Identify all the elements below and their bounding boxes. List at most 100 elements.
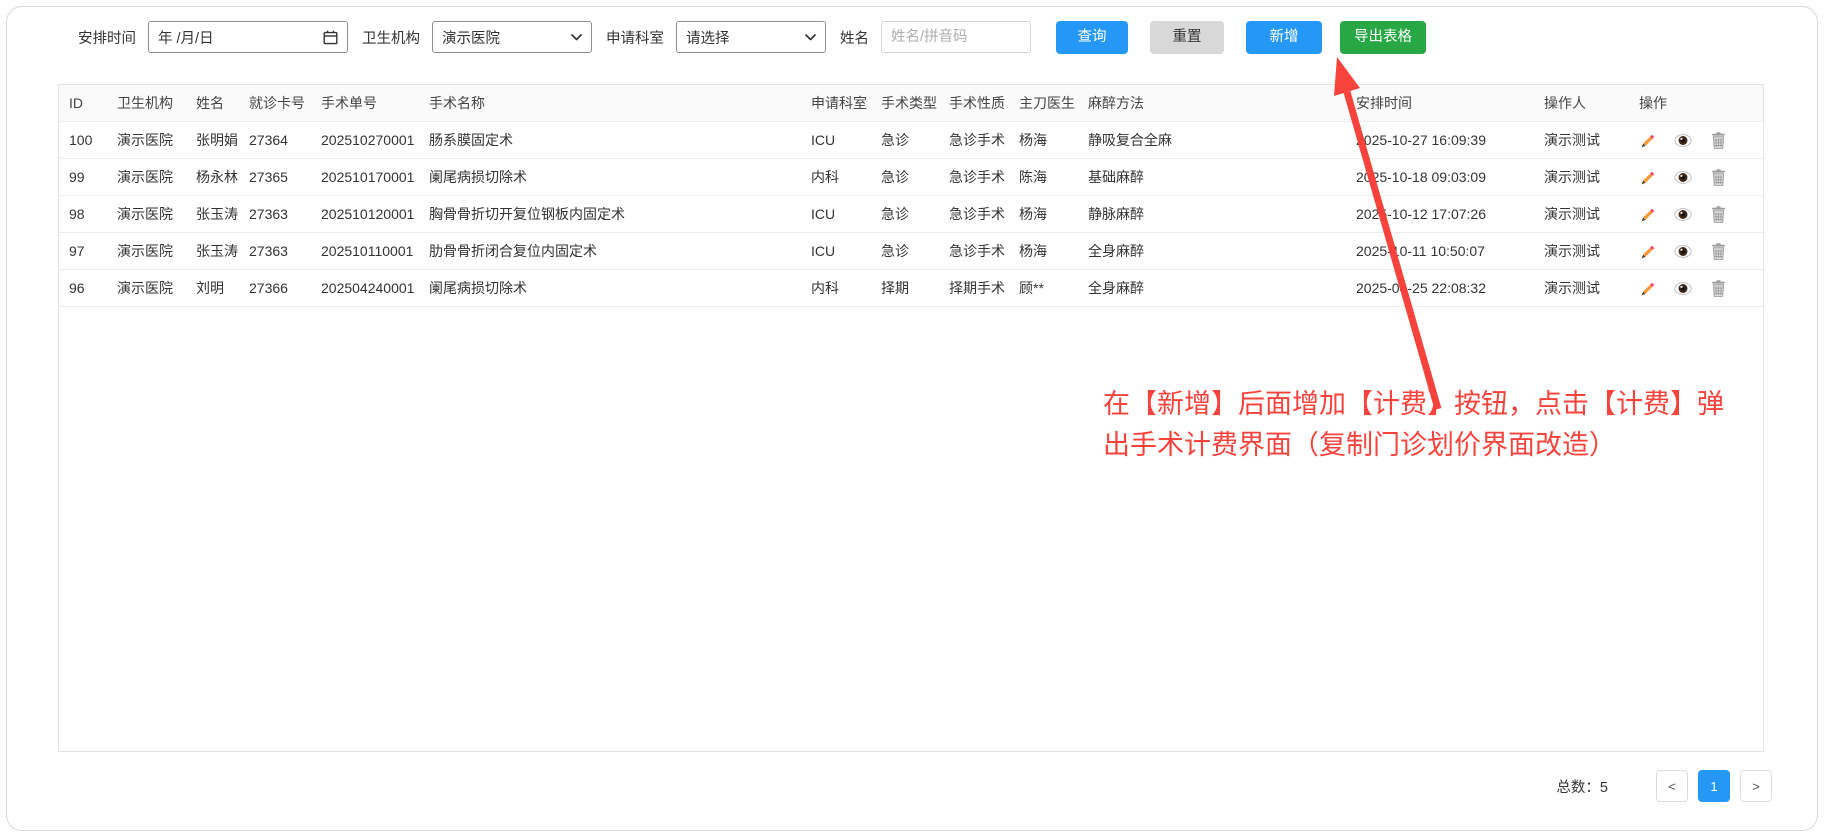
edit-icon[interactable] <box>1639 131 1657 149</box>
prev-page-button[interactable]: < <box>1656 770 1688 802</box>
name-input[interactable] <box>881 21 1031 53</box>
table-cell: 2025-10-12 17:07:26 <box>1346 196 1534 233</box>
table-cell: 刘明 <box>186 270 239 307</box>
column-header: 卫生机构 <box>107 85 186 122</box>
chevron-down-icon <box>571 34 582 41</box>
table-cell: 急诊 <box>871 159 939 196</box>
table-cell: 静脉麻醉 <box>1078 196 1346 233</box>
date-value: 年 /月/日 <box>158 27 214 48</box>
table-cell: 急诊 <box>871 233 939 270</box>
table-cell: 2025-10-27 16:09:39 <box>1346 122 1534 159</box>
total-value: 5 <box>1600 780 1608 796</box>
calendar-icon[interactable] <box>323 30 338 45</box>
table-cell: 202510270001 <box>311 122 419 159</box>
table-cell: 202504240001 <box>311 270 419 307</box>
table-cell: 阑尾病损切除术 <box>419 159 801 196</box>
edit-icon[interactable] <box>1639 205 1657 223</box>
row-actions <box>1629 270 1763 307</box>
schedule-date-input[interactable]: 年 /月/日 <box>148 21 348 53</box>
dept-select[interactable]: 请选择 <box>676 21 826 53</box>
export-button[interactable]: 导出表格 <box>1340 21 1426 54</box>
table-cell: 演示医院 <box>107 270 186 307</box>
edit-icon[interactable] <box>1639 242 1657 260</box>
table-cell: 择期 <box>871 270 939 307</box>
table-cell: 96 <box>59 270 107 307</box>
table-cell: 2025-10-11 10:50:07 <box>1346 233 1534 270</box>
add-button[interactable]: 新增 <box>1246 21 1322 54</box>
table-cell: 急诊手术 <box>939 122 1009 159</box>
table-cell: 胸骨骨折切开复位钢板内固定术 <box>419 196 801 233</box>
column-header: 姓名 <box>186 85 239 122</box>
page-1-button[interactable]: 1 <box>1698 770 1730 802</box>
table-cell: ICU <box>801 196 871 233</box>
view-icon[interactable] <box>1674 205 1692 223</box>
row-actions <box>1629 159 1763 196</box>
table-cell: ICU <box>801 233 871 270</box>
delete-icon[interactable] <box>1709 242 1727 260</box>
view-icon[interactable] <box>1674 131 1692 149</box>
table-cell: 演示测试 <box>1534 196 1629 233</box>
column-header: 安排时间 <box>1346 85 1534 122</box>
row-actions <box>1629 122 1763 159</box>
column-header: 就诊卡号 <box>239 85 311 122</box>
table-cell: 内科 <box>801 270 871 307</box>
edit-icon[interactable] <box>1639 279 1657 297</box>
table-cell: 基础麻醉 <box>1078 159 1346 196</box>
next-page-button[interactable]: > <box>1740 770 1772 802</box>
annotation-line1: 在【新增】后面增加【计费】按钮，点击【计费】弹 <box>1103 384 1724 425</box>
view-icon[interactable] <box>1674 242 1692 260</box>
table-cell: 98 <box>59 196 107 233</box>
column-header: 手术单号 <box>311 85 419 122</box>
table-cell: 肋骨骨折闭合复位内固定术 <box>419 233 801 270</box>
table-cell: 演示医院 <box>107 159 186 196</box>
delete-icon[interactable] <box>1709 168 1727 186</box>
column-header: 手术性质 <box>939 85 1009 122</box>
table-cell: 肠系膜固定术 <box>419 122 801 159</box>
table-cell: 演示医院 <box>107 233 186 270</box>
table-cell: 202510120001 <box>311 196 419 233</box>
column-header: 手术名称 <box>419 85 801 122</box>
table-cell: 演示测试 <box>1534 159 1629 196</box>
filter-bar: 安排时间 年 /月/日 卫生机构 演示医院 申请科室 请选择 姓名 <box>78 20 1031 54</box>
table-cell: 202510170001 <box>311 159 419 196</box>
table-cell: 全身麻醉 <box>1078 233 1346 270</box>
table-cell: 急诊手术 <box>939 233 1009 270</box>
view-icon[interactable] <box>1674 279 1692 297</box>
name-label: 姓名 <box>840 27 869 48</box>
table-cell: 阑尾病损切除术 <box>419 270 801 307</box>
table-row: 100 演示医院 张明娟 27364 202510270001 肠系膜固定术 I… <box>59 122 1763 159</box>
table-cell: 2025-10-18 09:03:09 <box>1346 159 1534 196</box>
table-cell: 演示医院 <box>107 122 186 159</box>
reset-button[interactable]: 重置 <box>1150 21 1224 54</box>
query-button[interactable]: 查询 <box>1056 21 1128 54</box>
delete-icon[interactable] <box>1709 205 1727 223</box>
table-row: 99 演示医院 杨永林 27365 202510170001 阑尾病损切除术 内… <box>59 159 1763 196</box>
table-cell: 演示医院 <box>107 196 186 233</box>
edit-icon[interactable] <box>1639 168 1657 186</box>
annotation-note: 在【新增】后面增加【计费】按钮，点击【计费】弹 出手术计费界面（复制门诊划价界面… <box>1103 384 1724 466</box>
table-cell: 张玉涛 <box>186 196 239 233</box>
table-cell: 27365 <box>239 159 311 196</box>
table-cell: 张明娟 <box>186 122 239 159</box>
delete-icon[interactable] <box>1709 279 1727 297</box>
table-cell: 择期手术 <box>939 270 1009 307</box>
table-cell: 全身麻醉 <box>1078 270 1346 307</box>
column-header: 申请科室 <box>801 85 871 122</box>
org-select[interactable]: 演示医院 <box>432 21 592 53</box>
surgery-table: ID卫生机构姓名就诊卡号手术单号手术名称申请科室手术类型手术性质主刀医生麻醉方法… <box>59 85 1763 307</box>
table-cell: 急诊 <box>871 196 939 233</box>
delete-icon[interactable] <box>1709 131 1727 149</box>
table-cell: 静吸复合全麻 <box>1078 122 1346 159</box>
table-cell: 杨海 <box>1009 233 1078 270</box>
view-icon[interactable] <box>1674 168 1692 186</box>
table-header: ID卫生机构姓名就诊卡号手术单号手术名称申请科室手术类型手术性质主刀医生麻醉方法… <box>59 85 1763 122</box>
table-cell: 急诊 <box>871 122 939 159</box>
chevron-down-icon <box>805 34 816 41</box>
column-header: ID <box>59 85 107 122</box>
org-selected-value: 演示医院 <box>442 27 500 48</box>
pagination: 总数：5 < 1 > <box>1556 770 1772 802</box>
row-actions <box>1629 196 1763 233</box>
table-cell: 张玉涛 <box>186 233 239 270</box>
table-cell: 杨海 <box>1009 122 1078 159</box>
table-cell: 27366 <box>239 270 311 307</box>
